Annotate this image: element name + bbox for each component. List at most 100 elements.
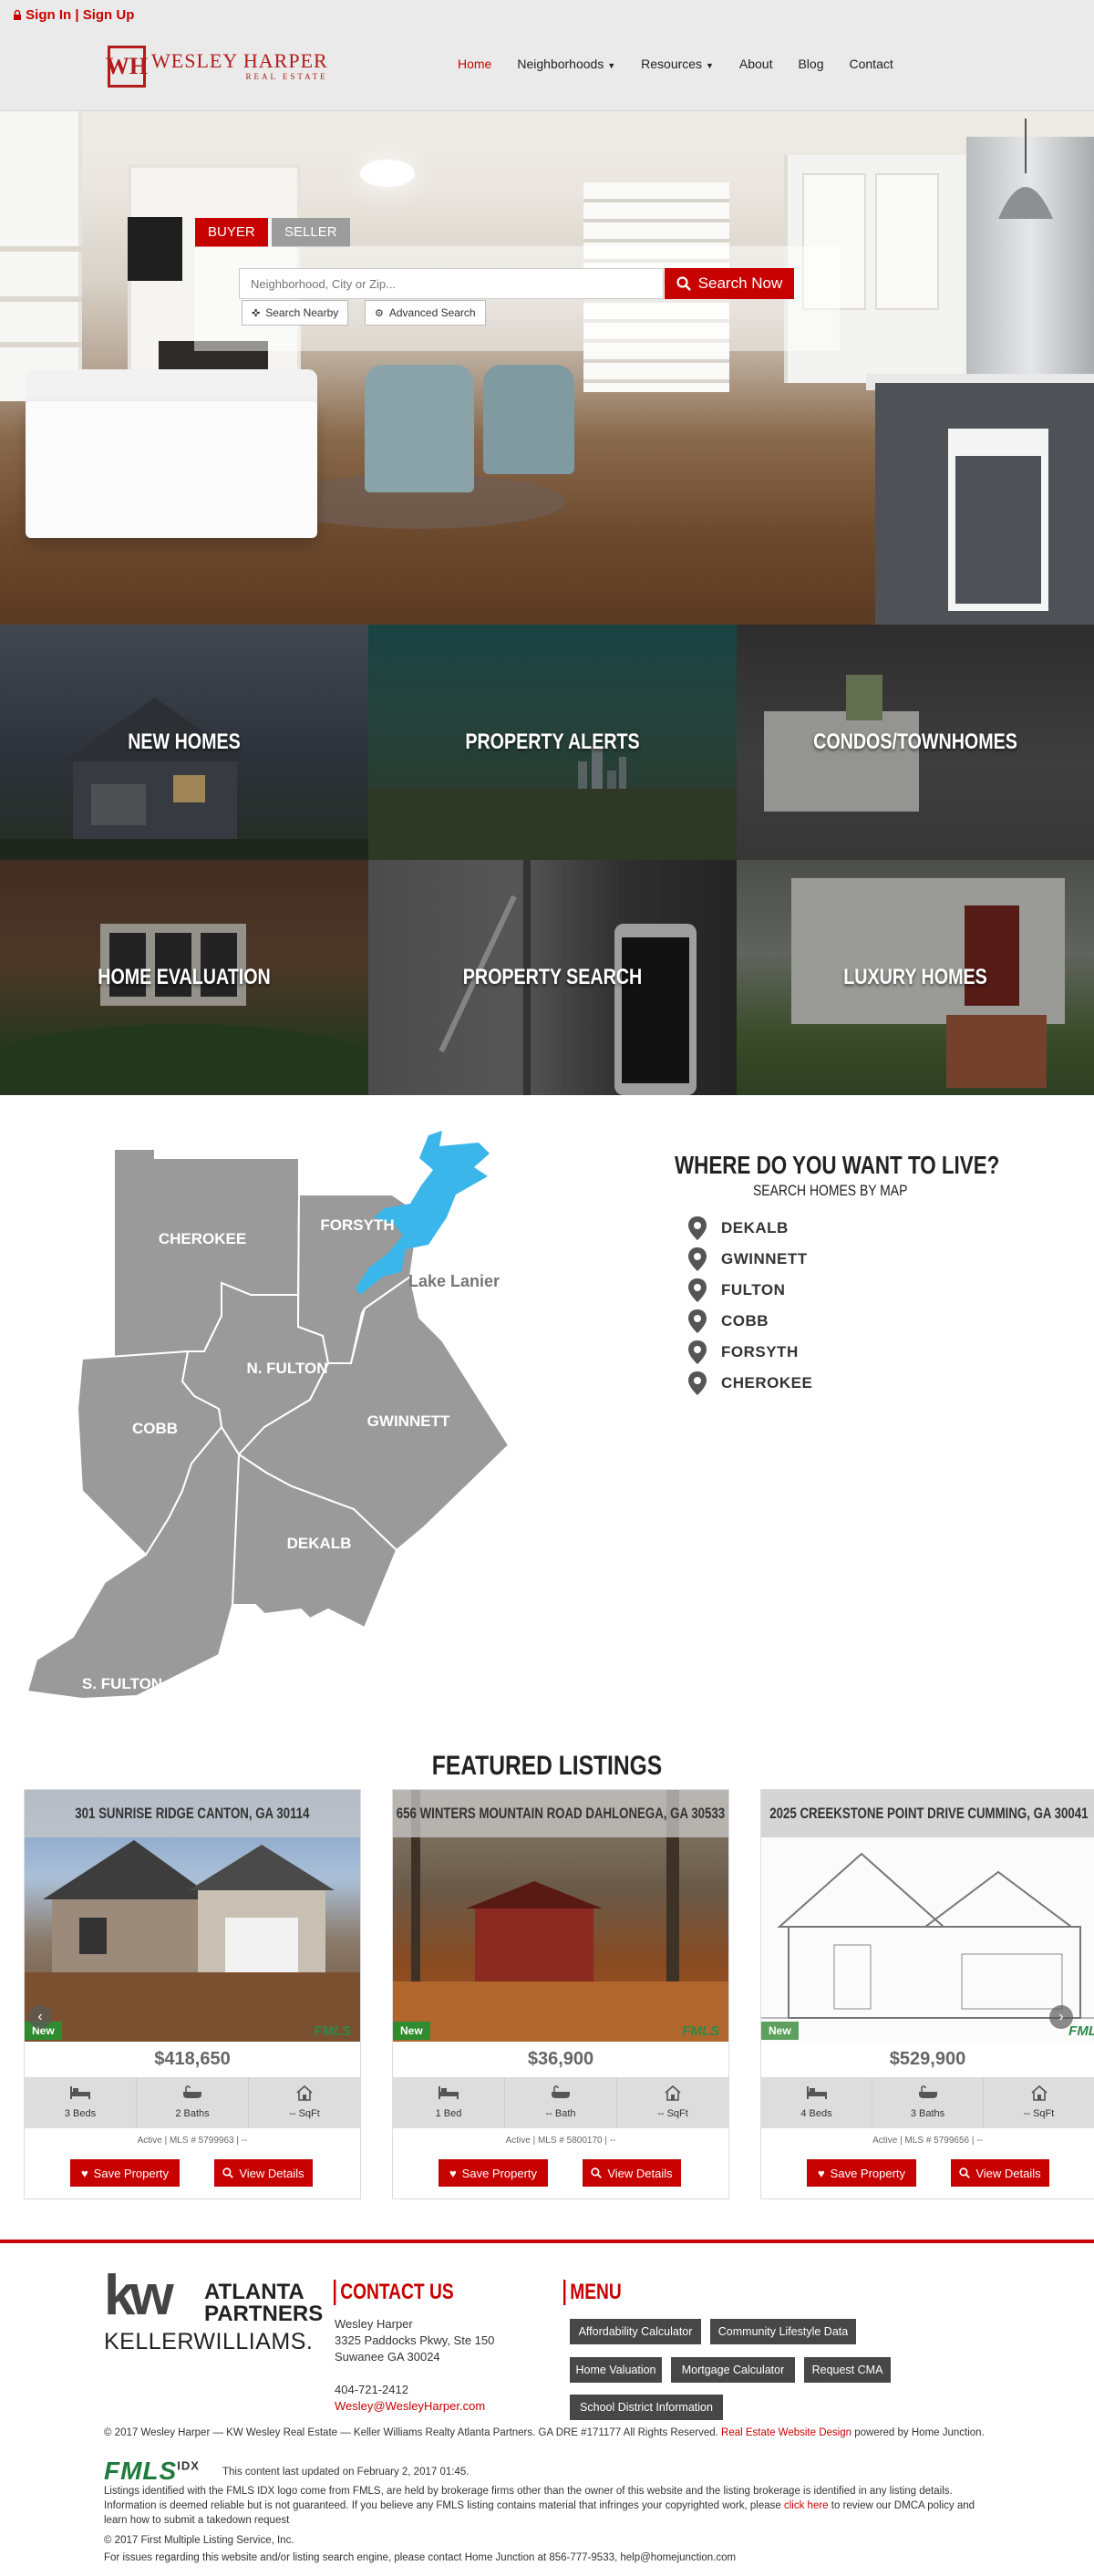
area-link-cherokee[interactable]: CHEROKEE — [688, 1368, 812, 1399]
listing-photo[interactable]: 301 SUNRISE RIDGE CANTON, GA 30114 New F… — [25, 1790, 360, 2042]
map-marker-icon — [688, 1247, 707, 1271]
tile-label: LUXURY HOMES — [843, 965, 987, 989]
tile-luxury-homes[interactable]: LUXURY HOMES — [737, 860, 1094, 1095]
listing-card: 301 SUNRISE RIDGE CANTON, GA 30114 New F… — [24, 1789, 361, 2199]
hero-stool — [948, 429, 1048, 611]
beds-value: 1 Bed — [435, 2108, 462, 2119]
menu-home-valuation[interactable]: Home Valuation — [570, 2357, 662, 2383]
map-marker-icon — [688, 1216, 707, 1240]
sqft-value: -- SqFt — [657, 2108, 688, 2119]
menu-heading: MENU — [563, 2280, 622, 2305]
logo-subtitle: REAL ESTATE — [245, 72, 328, 81]
listing-stats: 4 Beds 3 Baths -- SqFt — [761, 2077, 1094, 2128]
nav-contact[interactable]: Contact — [850, 57, 893, 71]
advanced-search-button[interactable]: ⚙ Advanced Search — [365, 300, 486, 326]
hero-shelf — [0, 342, 82, 347]
view-label: View Details — [607, 2166, 673, 2180]
tile-property-search[interactable]: PROPERTY SEARCH — [368, 860, 737, 1095]
sqft-value: -- SqFt — [289, 2108, 320, 2119]
site-logo[interactable]: WH WESLEY HARPER REAL ESTATE — [106, 46, 328, 88]
tile-home-evaluation[interactable]: HOME EVALUATION — [0, 860, 368, 1095]
tile-new-homes[interactable]: NEW HOMES — [0, 625, 368, 860]
save-label: Save Property — [830, 2166, 906, 2180]
menu-request-cma[interactable]: Request CMA — [804, 2357, 891, 2383]
area-link-dekalb[interactable]: DEKALB — [688, 1213, 812, 1244]
featured-title: FEATURED LISTINGS — [431, 1751, 663, 1781]
menu-mortgage-calculator[interactable]: Mortgage Calculator — [671, 2357, 795, 2383]
listing-price: $529,900 — [889, 2049, 966, 2069]
listing-photo[interactable]: 2025 CREEKSTONE POINT DRIVE CUMMING, GA … — [761, 1790, 1094, 2042]
search-input[interactable] — [239, 268, 664, 299]
menu-community-lifestyle[interactable]: Community Lifestyle Data — [710, 2319, 856, 2344]
save-property-button[interactable]: ♥ Save Property — [70, 2159, 180, 2187]
new-badge: New — [393, 2022, 430, 2040]
nav-blog[interactable]: Blog — [798, 57, 823, 71]
nav-home[interactable]: Home — [458, 57, 491, 71]
map-label: N. FULTON — [246, 1360, 327, 1377]
fmls-logo-text: FMLS — [104, 2457, 178, 2485]
nav-label: Resources — [641, 57, 703, 71]
prev-arrow[interactable]: ‹ — [28, 2005, 52, 2029]
beds-stat: 1 Bed — [393, 2077, 505, 2128]
fmls-copyright: © 2017 First Multiple Listing Service, I… — [104, 2535, 294, 2546]
search-now-button[interactable]: Search Now — [665, 268, 794, 299]
nav-neighborhoods[interactable]: Neighborhoods ▼ — [517, 57, 615, 71]
sign-up-link[interactable]: Sign Up — [83, 7, 135, 23]
hero-cabinet — [875, 173, 939, 310]
where-title: WHERE DO YOU WANT TO LIVE? — [675, 1151, 1000, 1179]
listing-address: 2025 CREEKSTONE POINT DRIVE CUMMING, GA … — [769, 1805, 1089, 1822]
nav-resources[interactable]: Resources ▼ — [641, 57, 714, 71]
menu-school-district[interactable]: School District Information — [570, 2395, 723, 2420]
last-updated: This content last updated on February 2,… — [222, 2467, 470, 2478]
view-details-button[interactable]: View Details — [214, 2159, 313, 2187]
hero-tv — [128, 217, 182, 281]
area-link-forsyth[interactable]: FORSYTH — [688, 1337, 812, 1368]
area-link-gwinnett[interactable]: GWINNETT — [688, 1244, 812, 1275]
hero-sofa — [26, 401, 317, 538]
tile-property-alerts[interactable]: PROPERTY ALERTS — [368, 625, 737, 860]
next-arrow[interactable]: › — [1049, 2005, 1073, 2029]
listing-card: 2025 CREEKSTONE POINT DRIVE CUMMING, GA … — [760, 1789, 1094, 2199]
map-marker-icon — [688, 1340, 707, 1364]
view-details-button[interactable]: View Details — [583, 2159, 681, 2187]
tile-condos-townhomes[interactable]: CONDOS/TOWNHOMES — [737, 625, 1094, 860]
bath-icon — [183, 2085, 201, 2098]
site-header: Sign In | Sign Up WH WESLEY HARPER REAL … — [0, 0, 1094, 111]
listing-price: $36,900 — [527, 2049, 594, 2069]
tab-buyer[interactable]: BUYER — [195, 218, 268, 247]
baths-value: 3 Baths — [910, 2108, 945, 2119]
area-list: DEKALB GWINNETT FULTON COBB FORSYTH CHER… — [688, 1213, 812, 1399]
contact-email[interactable]: Wesley@WesleyHarper.com — [335, 2398, 494, 2415]
website-design-link[interactable]: Real Estate Website Design — [721, 2427, 851, 2438]
kw-partners: PARTNERS — [204, 2302, 324, 2326]
tile-label: PROPERTY SEARCH — [462, 965, 643, 989]
hero-shelf — [0, 246, 82, 252]
listing-photo[interactable]: 656 WINTERS MOUNTAIN ROAD DAHLONEGA, GA … — [393, 1790, 728, 2042]
contact-phone[interactable]: 404-721-2412 — [335, 2382, 494, 2398]
advanced-search-label: Advanced Search — [388, 306, 476, 319]
sign-in-link[interactable]: Sign In — [26, 7, 71, 23]
tab-seller[interactable]: SELLER — [272, 218, 350, 247]
listing-address: 301 SUNRISE RIDGE CANTON, GA 30114 — [75, 1805, 310, 1822]
tile-label: CONDOS/TOWNHOMES — [813, 729, 1017, 754]
where-subtitle: SEARCH HOMES BY MAP — [753, 1182, 908, 1199]
area-label: GWINNETT — [721, 1250, 808, 1267]
save-property-button[interactable]: ♥ Save Property — [807, 2159, 916, 2187]
view-details-button[interactable]: View Details — [951, 2159, 1049, 2187]
area-link-cobb[interactable]: COBB — [688, 1306, 812, 1337]
beds-value: 3 Beds — [64, 2108, 97, 2119]
save-property-button[interactable]: ♥ Save Property — [439, 2159, 548, 2187]
menu-affordability-calculator[interactable]: Affordability Calculator — [570, 2319, 701, 2344]
footer-divider — [0, 2240, 1094, 2243]
nav-about[interactable]: About — [739, 57, 773, 71]
listing-mls: Active | MLS # 5800170 | -- — [505, 2136, 616, 2146]
logo-name: WESLEY HARPER — [151, 49, 328, 72]
logo-mark: WH — [106, 46, 148, 88]
search-nearby-button[interactable]: ✜ Search Nearby — [242, 300, 349, 326]
area-link-fulton[interactable]: FULTON — [688, 1275, 812, 1306]
search-now-label: Search Now — [697, 274, 783, 292]
search-icon — [222, 2167, 234, 2178]
baths-stat: 2 Baths — [137, 2077, 249, 2128]
click-here-link[interactable]: click here — [784, 2500, 829, 2511]
area-label: FORSYTH — [721, 1343, 799, 1360]
